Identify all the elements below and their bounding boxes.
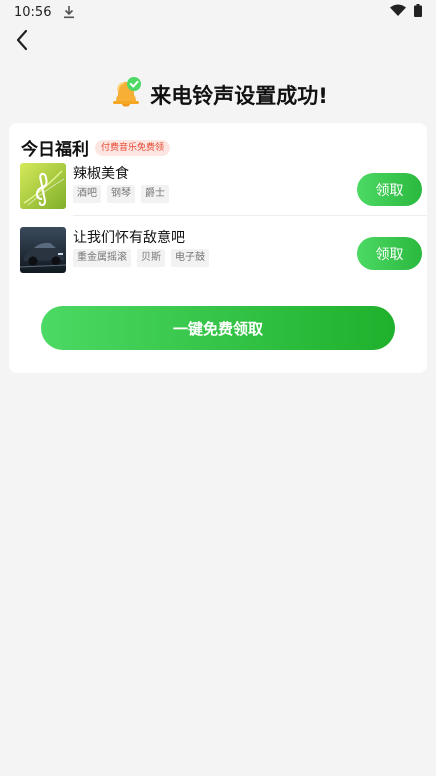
welfare-header: 今日福利 付费音乐免费领 (21, 135, 171, 160)
song-item[interactable]: 辣椒美食 酒吧 钢琴 爵士 领取 (20, 163, 422, 211)
song-tag: 钢琴 (107, 185, 135, 203)
song-tag: 爵士 (141, 185, 169, 203)
song-tags: 重金属摇滚 贝斯 电子鼓 (73, 249, 209, 267)
welfare-badge: 付费音乐免费领 (95, 139, 171, 156)
song-tag: 酒吧 (73, 185, 101, 203)
song-title: 辣椒美食 (73, 166, 129, 182)
status-bar: 10:56 (0, 0, 436, 24)
back-button[interactable] (8, 28, 36, 56)
bell-check-icon (108, 75, 144, 115)
song-tag: 贝斯 (137, 249, 165, 267)
chevron-left-icon (15, 29, 29, 55)
song-tag: 电子鼓 (171, 249, 209, 267)
song-item[interactable]: 让我们怀有敌意吧 重金属摇滚 贝斯 电子鼓 领取 (20, 227, 422, 275)
page-title: 来电铃声设置成功! (150, 84, 328, 108)
song-tag: 重金属摇滚 (73, 249, 131, 267)
car-cover-image (20, 227, 66, 273)
claim-button[interactable]: 领取 (357, 173, 422, 206)
divider (73, 215, 427, 216)
claim-all-button[interactable]: 一键免费领取 (41, 306, 395, 350)
success-header: 来电铃声设置成功! (0, 74, 436, 116)
welfare-title: 今日福利 (21, 140, 89, 160)
music-note-cover-image (20, 163, 66, 209)
download-icon (63, 5, 75, 19)
claim-button[interactable]: 领取 (357, 237, 422, 270)
battery-icon (414, 3, 422, 21)
song-tags: 酒吧 钢琴 爵士 (73, 185, 169, 203)
welfare-card: 今日福利 付费音乐免费领 辣椒美食 酒吧 钢琴 爵士 领取 让我们怀有敌意吧 重… (9, 123, 427, 373)
status-time: 10:56 (14, 4, 52, 20)
wifi-icon (390, 4, 406, 20)
song-title: 让我们怀有敌意吧 (73, 230, 185, 246)
